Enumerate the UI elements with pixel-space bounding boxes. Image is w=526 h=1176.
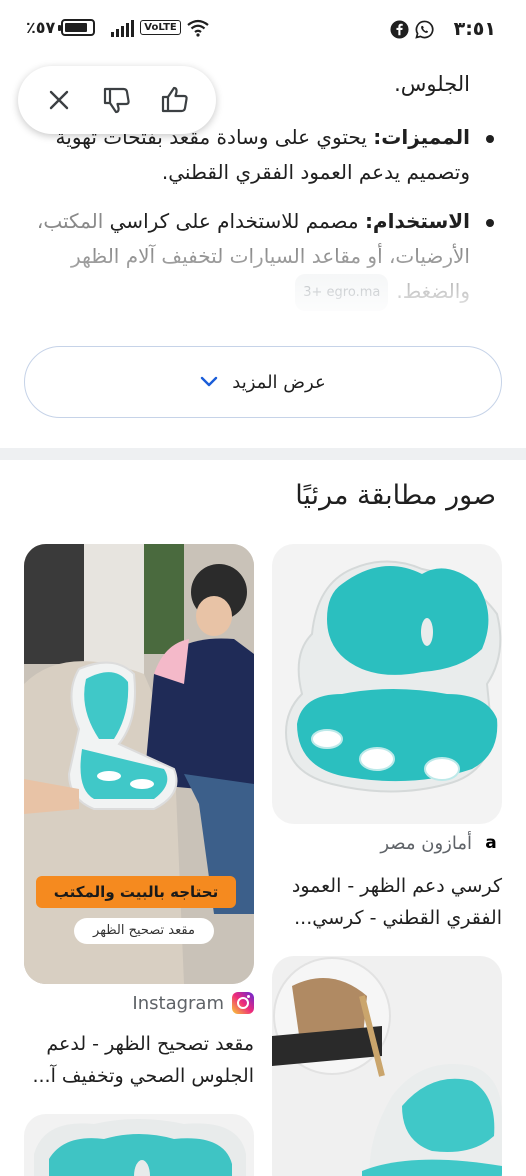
card-source-amazon[interactable]: a أمازون مصر [380, 832, 502, 854]
notification-icons [390, 20, 434, 39]
teal-cushion-image [34, 1119, 246, 1176]
close-button[interactable] [37, 78, 81, 122]
battery-percent: ٪٥٧ [26, 18, 56, 37]
battery-icon [58, 19, 96, 36]
status-time: ٣:٥١ [453, 18, 496, 40]
status-left: ٪٥٧ VoLTE [26, 18, 209, 37]
thumbs-down-icon [103, 87, 130, 114]
amazon-icon: a [480, 832, 502, 854]
signal-icon [111, 19, 135, 37]
overlay-banner-text: تحتاجه بالبيت والمكتب [53, 883, 219, 901]
bullet-label: الاستخدام: [364, 209, 470, 233]
card-title-instagram[interactable]: مقعد تصحيح الظهر - لدعم الجلوس الصحي وتخ… [24, 1028, 254, 1092]
whatsapp-icon [415, 20, 434, 39]
close-icon [49, 90, 69, 110]
status-bar: ٪٥٧ VoLTE ٣:٥١ [0, 0, 526, 62]
intro-text: الجلوس. [394, 72, 470, 96]
show-more-button[interactable]: عرض المزيد [24, 346, 502, 418]
facebook-icon [390, 20, 409, 39]
feedback-pill [18, 66, 216, 134]
card-source-instagram[interactable]: Instagram [132, 992, 254, 1014]
source-label: Instagram [132, 992, 224, 1014]
volte-icon: VoLTE [140, 20, 181, 35]
chair-on-wooden-seat-image [272, 957, 502, 1176]
source-chip[interactable]: 3+ egro.ma [295, 274, 389, 311]
card-image-chair-bottom[interactable] [24, 1114, 254, 1176]
source-label: أمازون مصر [380, 832, 472, 854]
card-title-chair[interactable]: كرسي دعم الظهر - العمود الفقري القطني - … [272, 870, 502, 934]
teal-back-support-chair-image [285, 560, 502, 793]
card-image-chair-photo[interactable] [272, 956, 502, 1176]
wifi-icon [187, 19, 209, 37]
card-image-instagram[interactable]: تحتاجه بالبيت والمكتب مقعد تصحيح الظهر [24, 544, 254, 984]
feature-bullets: المميزات: يحتوي على وسادة مقعد بفتحات ته… [28, 120, 498, 325]
bullet-label: المميزات: [373, 125, 470, 149]
section-divider [0, 448, 526, 460]
thumbs-up-icon [161, 86, 188, 113]
card-image-chair[interactable] [272, 544, 502, 824]
chevron-down-icon [201, 376, 218, 387]
instagram-icon [232, 992, 254, 1014]
bullet-usage: الاستخدام: مصمم للاستخدام على كراسي المك… [28, 204, 498, 311]
thumbs-up-button[interactable] [153, 78, 197, 122]
bullet-text: مصمم للاستخدام على كراسي [103, 209, 365, 233]
show-more-label: عرض المزيد [232, 371, 326, 393]
overlay-sub-text: مقعد تصحيح الظهر [93, 923, 195, 938]
visual-matches-title: صور مطابقة مرئيًا [295, 480, 496, 511]
thumbs-down-button[interactable] [95, 78, 139, 122]
